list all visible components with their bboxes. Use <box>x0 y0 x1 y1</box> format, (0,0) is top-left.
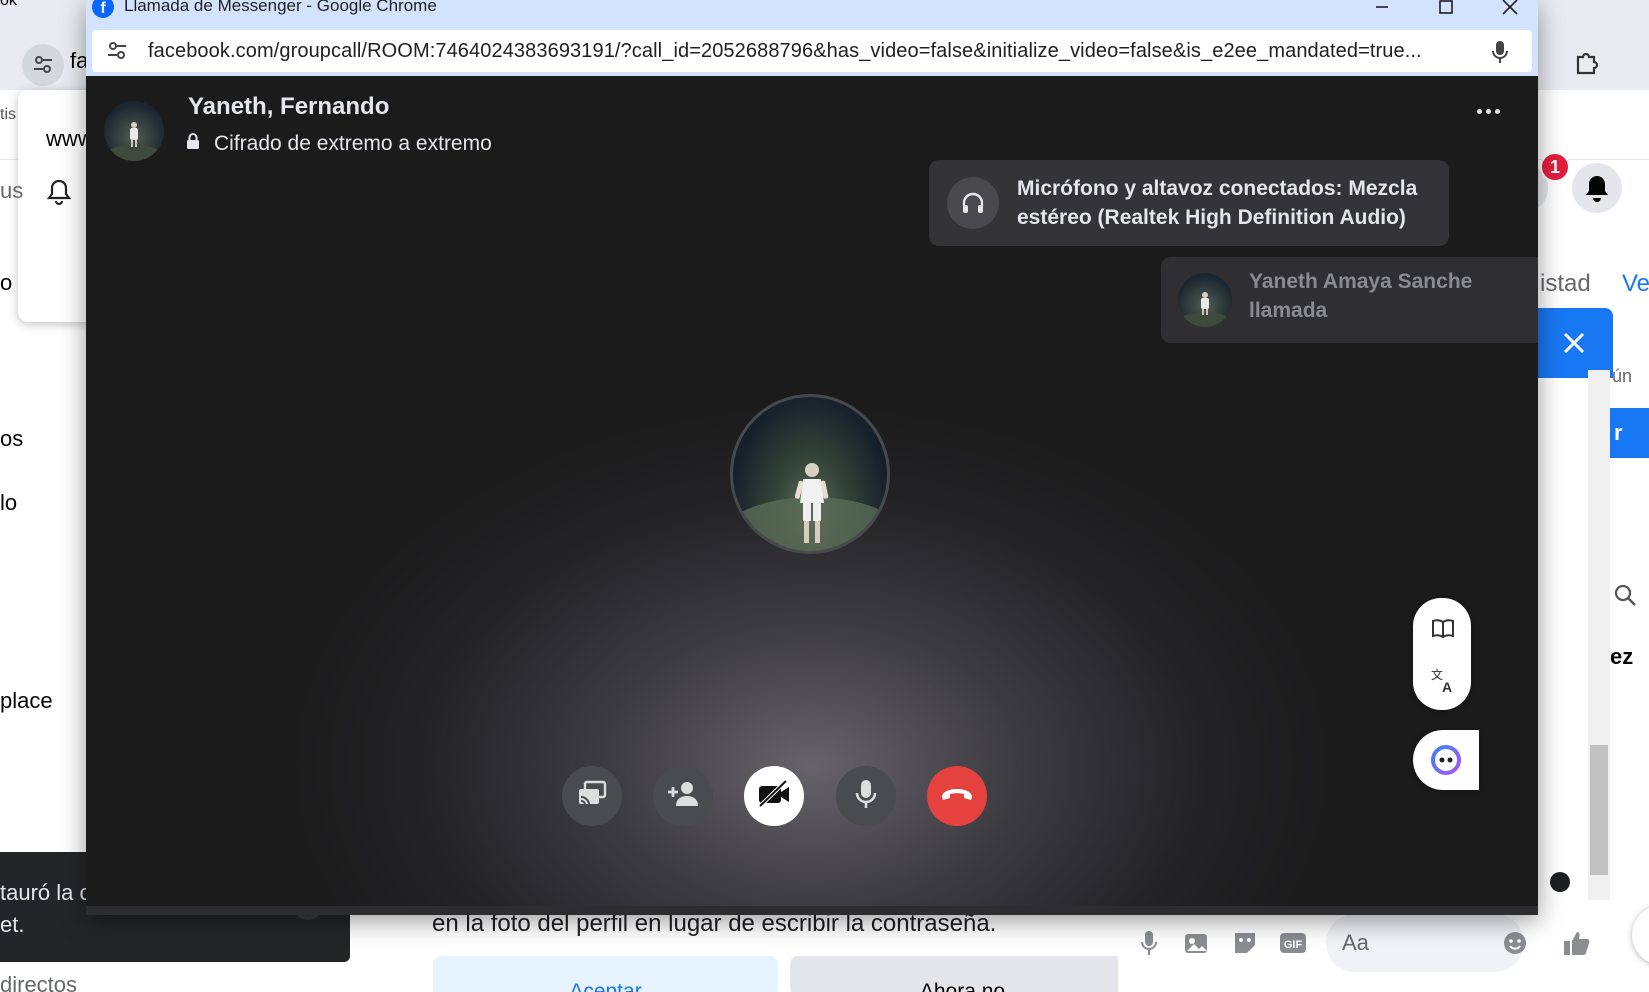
svg-text:GIF: GIF <box>1284 939 1303 951</box>
seen-avatar <box>1550 872 1570 892</box>
camera-toggle-button[interactable] <box>744 766 804 826</box>
hang-up-icon <box>940 785 974 808</box>
bg-text-tis: tis <box>0 106 16 123</box>
bg-text-ez: ez <box>1610 644 1634 669</box>
bg-text-directos: directos <box>0 972 78 992</box>
group-avatar <box>104 101 164 161</box>
chat-close-button[interactable] <box>1535 308 1613 378</box>
side-tools-pill: 文A <box>1413 598 1471 710</box>
gif-icon[interactable]: GIF <box>1278 928 1308 958</box>
bg-blue-button[interactable]: r <box>1610 408 1649 458</box>
not-now-button[interactable]: Ahora no <box>790 956 1135 992</box>
message-input-placeholder: Aa <box>1342 930 1369 955</box>
ai-assistant-icon[interactable] <box>1413 730 1479 790</box>
svg-text:A: A <box>1442 679 1452 694</box>
caller-subtitle: llamada <box>1249 299 1328 322</box>
bg-text-lo: lo <box>0 490 18 515</box>
call-stage: Yaneth, Fernando Cifrado de extremo a ex… <box>86 76 1538 906</box>
extensions-icon[interactable] <box>1567 42 1607 82</box>
bg-text-un: ún <box>1612 366 1633 386</box>
audio-device-toast: Micrófono y altavoz conectados: Mezcla e… <box>929 160 1449 246</box>
accept-label: Aceptar <box>569 980 642 992</box>
mic-icon[interactable] <box>1134 928 1164 958</box>
microphone-button[interactable] <box>836 766 896 826</box>
bg-text-ver[interactable]: Ver <box>1622 270 1649 298</box>
messenger-call-window: f Llamada de Messenger - Google Chrome f… <box>86 0 1538 915</box>
caller-name: Yaneth Amaya Sanche <box>1249 270 1473 293</box>
video-off-icon <box>756 779 792 814</box>
accept-button[interactable]: Aceptar <box>433 956 778 992</box>
bg-text-o: o <box>0 270 13 295</box>
emoji-icon[interactable] <box>1500 928 1530 958</box>
site-settings-icon[interactable] <box>22 44 64 86</box>
maximize-button[interactable] <box>1426 0 1466 20</box>
call-controls <box>86 766 1538 828</box>
encryption-status: Cifrado de extremo a extremo <box>186 132 492 156</box>
photo-icon[interactable] <box>1181 928 1211 958</box>
encryption-label: Cifrado de extremo a extremo <box>214 132 492 155</box>
search-icon[interactable] <box>1612 582 1638 613</box>
like-icon[interactable] <box>1562 928 1592 958</box>
chat-scrollbar-thumb[interactable] <box>1590 745 1608 875</box>
microphone-icon <box>854 778 878 815</box>
screen-share-icon <box>576 779 608 814</box>
bell-outline-icon[interactable] <box>46 178 72 211</box>
voice-search-icon[interactable] <box>1490 39 1510 70</box>
address-bar: facebook.com/groupcall/ROOM:746402438369… <box>86 24 1538 76</box>
omnibox[interactable]: facebook.com/groupcall/ROOM:746402438369… <box>92 30 1532 72</box>
sticker-icon[interactable] <box>1230 928 1260 958</box>
window-title: Llamada de Messenger - Google Chrome <box>124 0 437 15</box>
share-screen-button[interactable] <box>562 766 622 826</box>
audio-toast-text: Micrófono y altavoz conectados: Mezcla e… <box>1017 177 1418 229</box>
more-options-icon[interactable] <box>1468 96 1508 126</box>
bg-text-os: os <box>0 426 24 451</box>
site-info-icon[interactable] <box>104 38 130 64</box>
reading-mode-icon[interactable] <box>1429 614 1457 642</box>
headphones-icon <box>947 177 999 229</box>
window-titlebar: f Llamada de Messenger - Google Chrome <box>86 0 1538 24</box>
notification-badge: 1 <box>1540 152 1570 182</box>
call-title: Yaneth, Fernando <box>188 93 390 120</box>
add-person-icon <box>666 780 700 813</box>
incoming-call-toast[interactable]: Yaneth Amaya Sanche llamada <box>1161 257 1538 343</box>
facebook-logo-icon: f <box>92 0 114 18</box>
bg-toast-line-1: tauró la c <box>0 880 91 905</box>
close-window-button[interactable] <box>1490 0 1530 20</box>
bg-text-us: us <box>0 178 24 203</box>
not-now-label: Ahora no <box>919 980 1006 992</box>
bg-text-place: place <box>0 688 53 713</box>
participant-avatar <box>730 394 890 554</box>
minimize-button[interactable] <box>1362 0 1402 20</box>
end-call-button[interactable] <box>927 766 987 826</box>
lock-icon <box>186 132 200 156</box>
bg-text-ok: ok <box>0 0 17 9</box>
caller-avatar <box>1178 273 1232 327</box>
bg-text-istad: istad <box>1540 270 1591 297</box>
translate-icon[interactable]: 文A <box>1429 666 1457 694</box>
bg-text-r: r <box>1614 420 1623 445</box>
notifications-bell-icon[interactable] <box>1572 163 1622 213</box>
add-person-button[interactable] <box>653 766 713 826</box>
call-bottom-edge <box>86 906 1538 915</box>
url-text[interactable]: facebook.com/groupcall/ROOM:746402438369… <box>148 40 1448 63</box>
bg-toast-line-2: et. <box>0 912 25 937</box>
